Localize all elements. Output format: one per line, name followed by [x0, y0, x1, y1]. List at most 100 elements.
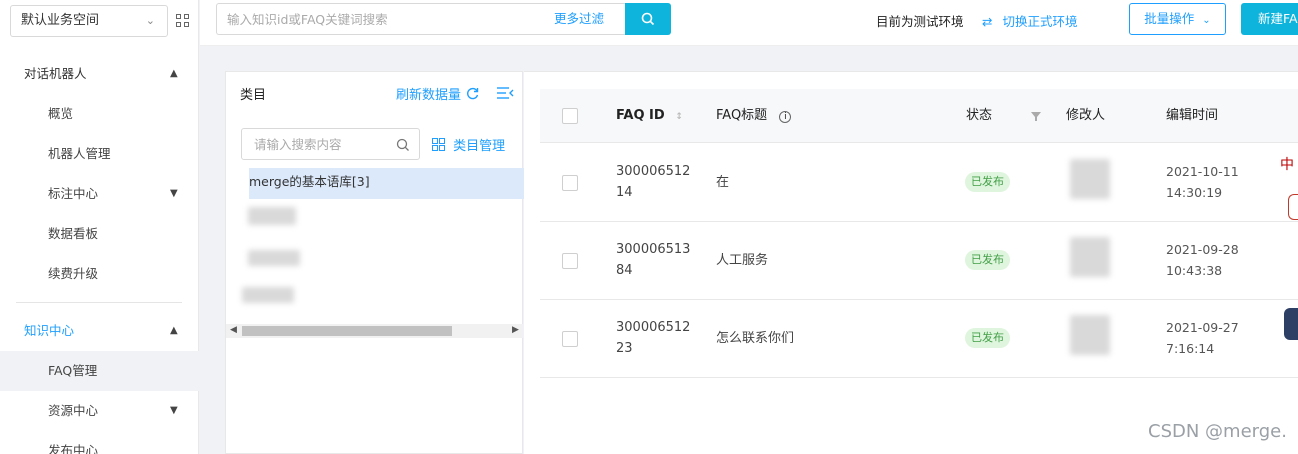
blurred-tree-item[interactable] [248, 250, 300, 266]
nav-label: 发布中心 [48, 443, 99, 454]
faq-id-line: 300006512 [616, 164, 691, 179]
nav-label: 机器人管理 [48, 146, 111, 161]
row-checkbox[interactable] [562, 331, 578, 347]
faq-title[interactable]: 怎么联系你们 [716, 328, 794, 349]
floating-toolbar[interactable]: 中 [1276, 150, 1298, 350]
faq-id-line: 300006513 [616, 242, 691, 257]
nav-resources[interactable]: 资源中心 ▼ [0, 391, 199, 431]
blurred-tree-item[interactable] [242, 287, 294, 303]
faq-id: 300006512 23 [616, 317, 690, 359]
category-search-input[interactable] [242, 129, 382, 159]
nav-bot-manage[interactable]: 机器人管理 [0, 134, 199, 174]
row-checkbox[interactable] [562, 175, 578, 191]
edit-time: 2021-09-27 7:16:14 [1166, 317, 1239, 359]
search-icon [641, 12, 655, 26]
sort-icon[interactable]: ↕ [675, 112, 683, 122]
nav-label: 概览 [48, 106, 74, 121]
nav-dashboard[interactable]: 数据看板 [0, 214, 199, 254]
faq-id: 300006513 84 [616, 239, 690, 281]
filter-icon[interactable] [1030, 110, 1042, 122]
faq-title[interactable]: 人工服务 [716, 250, 768, 271]
header-modifier: 修改人 [1066, 108, 1106, 123]
search-box: 更多过滤 [216, 3, 626, 35]
sidebar: 默认业务空间 ⌄ 对话机器人 ▲ 概览 机器人管理 标注中心 ▼ 数据看板 续费… [0, 0, 199, 454]
search-icon [396, 138, 409, 151]
watermark: CSDN @merge. [1148, 421, 1287, 442]
modifier-avatar [1070, 159, 1110, 199]
search-button[interactable] [625, 3, 671, 35]
header-status: 状态 [966, 108, 993, 123]
tree-item-selected[interactable]: merge的基本语库[3] [249, 168, 524, 199]
table-row[interactable]: 300006512 14 在 已发布 2021-10-11 14:30:19 [540, 144, 1298, 222]
edit-date: 2021-09-27 [1166, 320, 1239, 335]
faq-id-line: 14 [616, 185, 633, 200]
edit-clock: 10:43:38 [1166, 263, 1223, 278]
faq-table: FAQ ID ↕ FAQ标题 i 状态 修改人 编辑时间 300006512 1… [524, 71, 1298, 454]
scroll-thumb[interactable] [242, 326, 452, 336]
grid-icon[interactable] [176, 14, 190, 28]
more-filter-link[interactable]: 更多过滤 [554, 4, 604, 34]
divider [16, 302, 182, 303]
table-header: FAQ ID ↕ FAQ标题 i 状态 修改人 编辑时间 [540, 89, 1298, 143]
chevron-up-icon: ▲ [170, 325, 178, 336]
nav-renew[interactable]: 续费升级 [0, 254, 199, 294]
nav-dialog-bot[interactable]: 对话机器人 ▲ [0, 54, 199, 94]
horizontal-scrollbar[interactable]: ◀ ▶ [226, 324, 523, 338]
workspace-select[interactable]: 默认业务空间 ⌄ [10, 5, 168, 37]
tool-icon[interactable] [1288, 194, 1298, 220]
modifier-avatar [1070, 315, 1110, 355]
nav-label: FAQ管理 [48, 363, 98, 378]
assistant-icon[interactable] [1284, 308, 1298, 340]
edit-time: 2021-09-28 10:43:38 [1166, 239, 1239, 281]
new-faq-button[interactable]: 新建FAQ [1241, 3, 1298, 35]
batch-label: 批量操作 [1144, 11, 1195, 26]
header-faq-title: FAQ标题 i [716, 89, 792, 143]
grid-icon [432, 138, 445, 151]
status-badge: 已发布 [965, 328, 1010, 348]
nav-annotation[interactable]: 标注中心 ▼ [0, 174, 199, 214]
info-icon[interactable]: i [779, 111, 792, 123]
switch-env-link[interactable]: ⇄ 切换正式环境 [982, 11, 1077, 30]
nav-label: 知识中心 [24, 323, 75, 338]
nav-label: 资源中心 [48, 403, 99, 418]
nav-overview[interactable]: 概览 [0, 94, 199, 134]
edit-clock: 14:30:19 [1166, 185, 1223, 200]
category-manage-label: 类目管理 [453, 139, 506, 154]
search-input[interactable] [217, 4, 517, 34]
edit-date: 2021-09-28 [1166, 242, 1239, 257]
tree-item-label: merge的基本语库[3] [249, 174, 370, 189]
nav-label: 标注中心 [48, 186, 99, 201]
batch-operation-button[interactable]: 批量操作 ⌄ [1129, 3, 1226, 35]
workspace-label: 默认业务空间 [21, 13, 100, 28]
table-row[interactable]: 300006513 84 人工服务 已发布 2021-09-28 10:43:3… [540, 222, 1298, 300]
faq-id: 300006512 14 [616, 161, 690, 203]
env-label: 目前为测试环境 [876, 14, 964, 29]
refresh-data-link[interactable]: 刷新数据量 [396, 84, 480, 103]
refresh-label: 刷新数据量 [396, 88, 462, 103]
row-checkbox[interactable] [562, 253, 578, 269]
header-label: FAQ ID [616, 108, 665, 123]
status-badge: 已发布 [965, 250, 1010, 270]
nav-publish[interactable]: 发布中心 [0, 431, 199, 454]
category-manage-link[interactable]: 类目管理 [432, 135, 505, 154]
faq-title[interactable]: 在 [716, 172, 729, 193]
modifier-avatar [1070, 237, 1110, 277]
table-row[interactable]: 300006512 23 怎么联系你们 已发布 2021-09-27 7:16:… [540, 300, 1298, 378]
scroll-right-icon[interactable]: ▶ [512, 325, 519, 335]
category-search [241, 128, 420, 160]
nav-faq-manage[interactable]: FAQ管理 [0, 351, 199, 391]
chevron-down-icon: ⌄ [145, 14, 155, 27]
scroll-left-icon[interactable]: ◀ [230, 325, 237, 335]
refresh-icon [467, 87, 479, 100]
faq-id-line: 84 [616, 263, 633, 278]
blurred-tree-item[interactable] [248, 207, 296, 225]
ime-icon[interactable]: 中 [1280, 154, 1294, 174]
header-faq-id[interactable]: FAQ ID ↕ [616, 89, 683, 144]
select-all-checkbox[interactable] [562, 108, 578, 124]
chevron-down-icon: ⌄ [1202, 15, 1211, 26]
edit-time: 2021-10-11 14:30:19 [1166, 161, 1239, 203]
status-badge: 已发布 [965, 172, 1010, 192]
category-panel: 类目 刷新数据量 类目管理 merge的基本语库[3] ◀ [225, 71, 524, 454]
collapse-icon[interactable] [496, 86, 514, 100]
nav-knowledge[interactable]: 知识中心 ▲ [0, 311, 199, 351]
